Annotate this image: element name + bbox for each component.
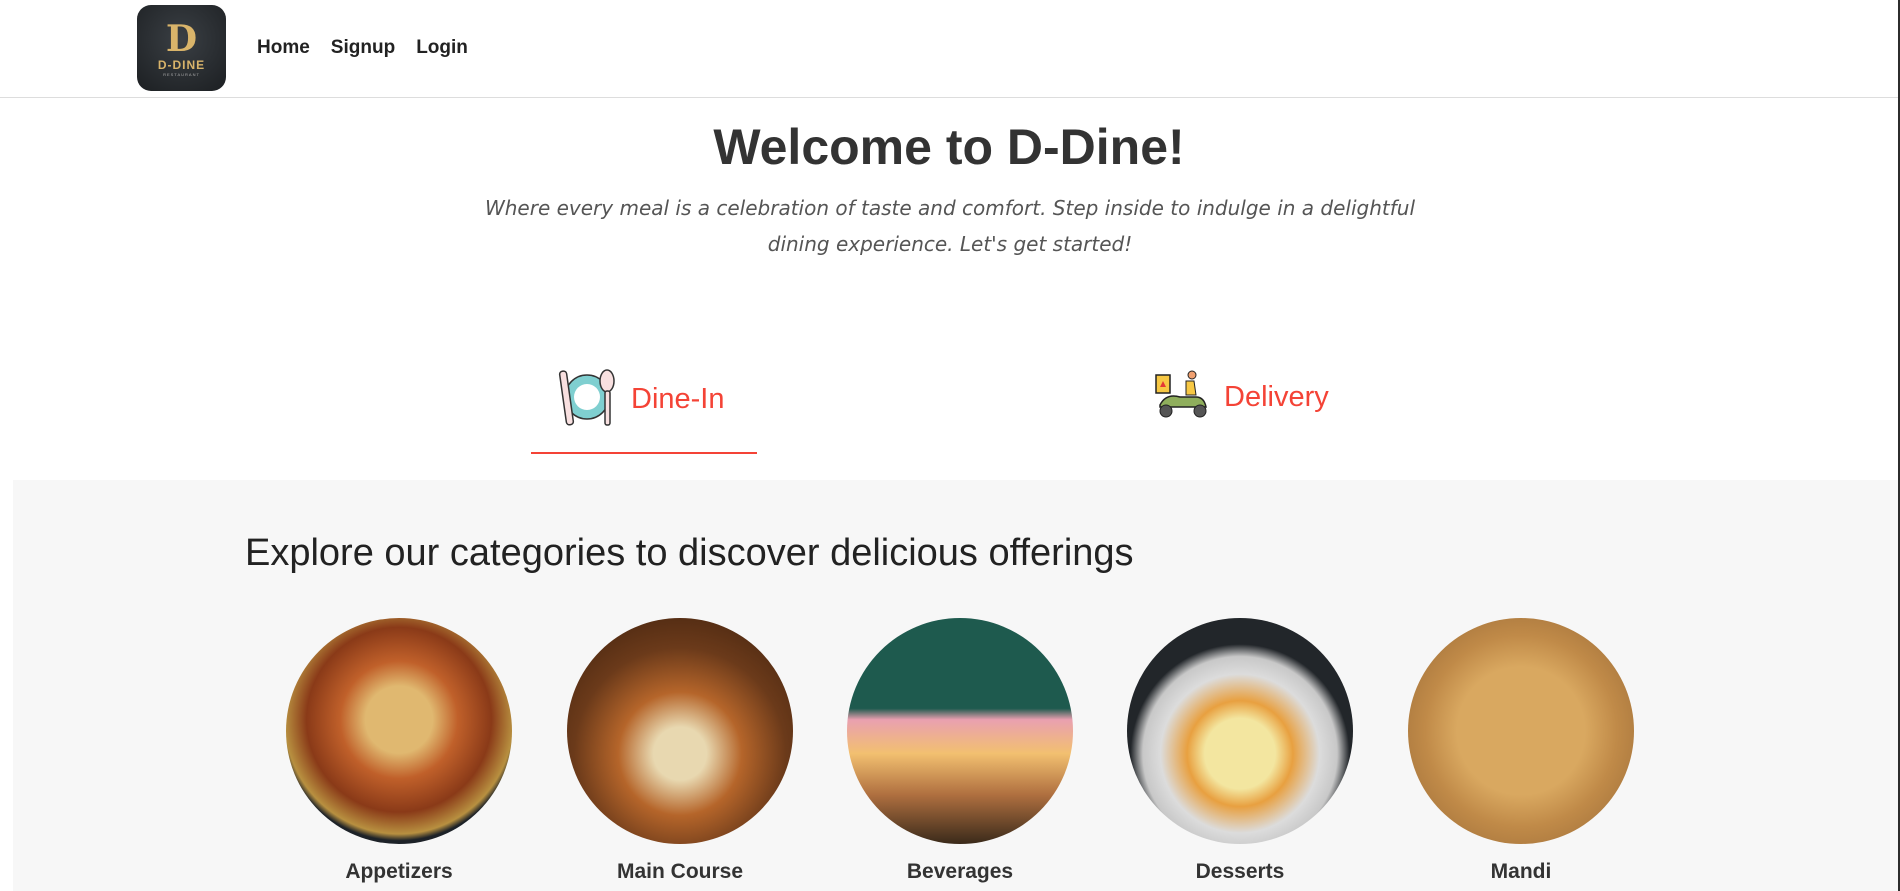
page-title: Welcome to D-Dine!	[713, 119, 1185, 175]
category-appetizers[interactable]: Appetizers	[286, 618, 512, 884]
tab-dine-in[interactable]: Dine-In	[555, 365, 725, 434]
tab-label: Dine-In	[631, 383, 725, 415]
plate-cutlery-icon	[555, 365, 619, 434]
category-image	[847, 618, 1073, 844]
category-label: Mandi	[1490, 860, 1552, 883]
category-image	[286, 618, 512, 844]
hero-subtitle: Where every meal is a celebration of tas…	[484, 196, 1416, 256]
category-main-course[interactable]: Main Course	[567, 618, 793, 884]
category-image	[1408, 618, 1634, 844]
categories-section: Explore our categories to discover delic…	[13, 480, 1898, 891]
category-desserts[interactable]: Desserts	[1127, 618, 1353, 884]
category-label: Main Course	[616, 860, 744, 883]
categories-heading: Explore our categories to discover delic…	[245, 532, 1134, 574]
logo-mark: D	[165, 17, 198, 60]
nav-login[interactable]: Login	[416, 37, 468, 59]
category-beverages[interactable]: Beverages	[847, 618, 1073, 884]
delivery-scooter-icon	[1152, 365, 1212, 430]
nav-signup[interactable]: Signup	[331, 37, 395, 59]
active-tab-indicator	[531, 452, 757, 454]
logo-sub: RESTAURANT	[163, 71, 200, 77]
nav-home[interactable]: Home	[257, 37, 310, 59]
category-image	[1127, 618, 1353, 844]
category-image	[567, 618, 793, 844]
header: D D-DINE RESTAURANT Home Signup Login	[0, 0, 1898, 98]
category-label: Beverages	[906, 860, 1014, 883]
category-label: Appetizers	[345, 860, 453, 883]
logo-text: D-DINE	[157, 57, 206, 72]
category-label: Desserts	[1195, 860, 1285, 883]
main-nav: Home Signup Login	[257, 37, 468, 59]
logo[interactable]: D D-DINE RESTAURANT	[137, 5, 226, 91]
tab-delivery[interactable]: Delivery	[1152, 365, 1329, 430]
category-mandi[interactable]: Mandi	[1408, 618, 1634, 884]
tab-label: Delivery	[1224, 381, 1329, 413]
